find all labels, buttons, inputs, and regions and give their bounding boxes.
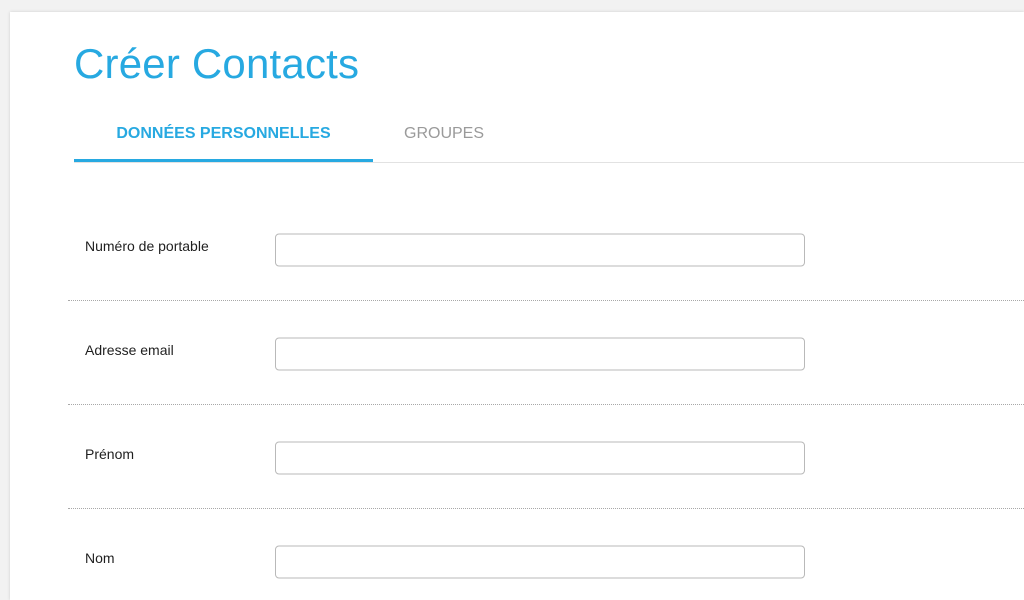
create-contact-panel: Créer Contacts DONNÉES PERSONNELLES GROU…	[10, 12, 1024, 600]
form-row-mobile: Numéro de portable	[68, 196, 1024, 301]
last-name-input[interactable]	[275, 545, 805, 579]
page-title: Créer Contacts	[74, 40, 360, 87]
first-name-input[interactable]	[275, 441, 805, 475]
tab-groups[interactable]: GROUPES	[404, 116, 484, 162]
last-name-label: Nom	[85, 550, 115, 566]
first-name-label: Prénom	[85, 446, 135, 462]
form-row-email: Adresse email	[68, 300, 1024, 405]
tab-bar: DONNÉES PERSONNELLES GROUPES	[74, 116, 1024, 163]
form-row-first-name: Prénom	[68, 404, 1024, 509]
email-address-label: Adresse email	[85, 342, 174, 358]
email-address-input[interactable]	[275, 337, 805, 371]
mobile-number-input[interactable]	[275, 233, 805, 267]
tab-personal-data[interactable]: DONNÉES PERSONNELLES	[74, 116, 373, 162]
mobile-number-label: Numéro de portable	[85, 238, 209, 254]
form-row-last-name: Nom	[68, 508, 1024, 600]
